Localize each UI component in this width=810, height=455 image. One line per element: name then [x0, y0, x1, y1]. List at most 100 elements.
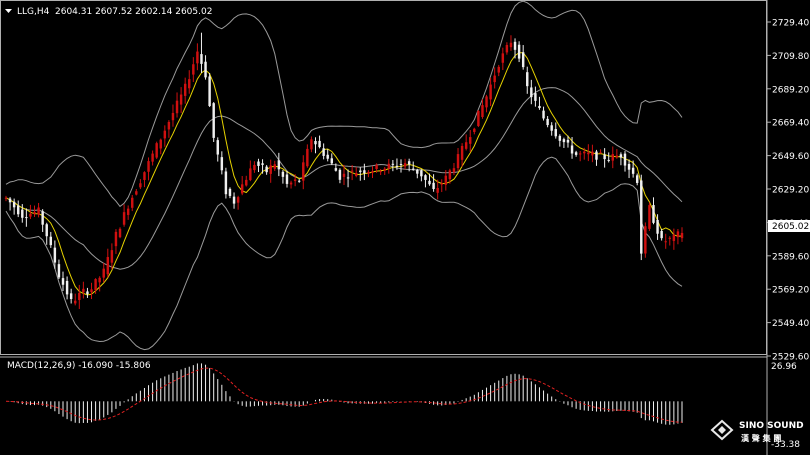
candle-body — [371, 171, 374, 173]
candle-body — [285, 174, 289, 184]
candle-body — [74, 300, 77, 304]
candle-body — [8, 198, 12, 203]
candle-body — [578, 153, 582, 155]
candle-body — [513, 41, 517, 50]
candle-body — [481, 105, 484, 117]
candle-body — [171, 112, 175, 121]
candle-body — [440, 183, 443, 185]
candle-body — [350, 170, 354, 172]
candle-body — [456, 154, 460, 169]
candle-body — [110, 250, 114, 263]
candlesticks[interactable] — [4, 32, 684, 309]
candle-body — [122, 212, 126, 225]
candle-body — [57, 264, 61, 278]
candle-body — [102, 268, 105, 278]
price-axis-label: 2649.60 — [772, 152, 809, 162]
candle-body — [538, 105, 541, 109]
candle-body — [607, 159, 610, 161]
candle-body — [407, 161, 411, 165]
chart-canvas[interactable]: 2729.40 2709.80 2689.20 2669.40 2649.60 2629.… — [0, 0, 810, 455]
candle-body — [49, 236, 53, 246]
candle-body — [151, 153, 154, 162]
candle-body — [517, 44, 521, 59]
candle-body — [37, 207, 40, 215]
candle-body — [192, 64, 195, 75]
candle-body — [680, 232, 684, 239]
current-price-label: 2605.02 — [772, 222, 809, 232]
chart-window[interactable]: 2729.40 2709.80 2689.20 2669.40 2649.60 2629.… — [0, 0, 810, 455]
ohlc-readout: 2604.31 2607.52 2602.14 2605.02 — [55, 7, 212, 17]
candle-body — [493, 75, 496, 83]
candle-body — [240, 184, 244, 194]
candle-body — [640, 180, 643, 254]
candle-body — [29, 213, 32, 217]
candle-body — [460, 145, 464, 160]
candle-body — [330, 158, 334, 164]
candle-body — [118, 228, 122, 238]
candle-body — [143, 172, 146, 180]
candle-body — [159, 139, 162, 149]
candle-body — [269, 165, 272, 174]
candle-body — [98, 277, 101, 283]
candle-body — [444, 175, 448, 185]
candle-body — [163, 130, 167, 139]
candle-body — [78, 292, 81, 301]
price-axis-label: 2569.20 — [772, 286, 809, 296]
candle-body — [135, 191, 138, 195]
candle-body — [232, 196, 236, 204]
candle-body — [261, 163, 264, 165]
candle-body — [627, 163, 631, 170]
candle-body — [253, 164, 256, 171]
candle-body — [558, 135, 562, 141]
candle-body — [473, 128, 476, 132]
candle-body — [660, 230, 663, 239]
candle-body — [53, 247, 57, 263]
candle-body — [293, 179, 297, 181]
candle-body — [534, 93, 537, 101]
candle-body — [546, 118, 549, 126]
candle-body — [542, 110, 545, 119]
candle-body — [611, 154, 614, 161]
candle-body — [530, 87, 533, 98]
chart-border — [0, 0, 767, 355]
candle-body — [672, 234, 676, 241]
candle-body — [306, 148, 309, 167]
candle-body — [131, 197, 134, 208]
candle-body — [554, 129, 557, 137]
svg-text:漢 聲 集 團: 漢 聲 集 團 — [741, 433, 781, 443]
candle-body — [521, 52, 525, 68]
candle-body — [505, 45, 509, 53]
candle-body — [526, 72, 529, 87]
candle-body — [550, 125, 553, 131]
candle-body — [188, 79, 191, 89]
candle-body — [175, 100, 179, 114]
candle-body — [196, 51, 199, 64]
candle-body — [310, 139, 313, 150]
candle-body — [167, 121, 171, 130]
candle-body — [41, 211, 44, 225]
candle-body — [183, 83, 187, 96]
macd-axis-top: 26.96 — [771, 362, 797, 372]
candle-body — [448, 170, 452, 180]
candle-body — [566, 139, 570, 143]
macd-indicator[interactable] — [5, 363, 683, 425]
candle-body — [652, 205, 655, 223]
candle-body — [424, 175, 427, 180]
candle-body — [33, 211, 36, 214]
candle-body — [179, 94, 183, 105]
price-axis-label: 2669.40 — [772, 119, 809, 129]
candle-body — [346, 177, 350, 179]
candle-body — [387, 163, 391, 169]
candle-body — [412, 168, 415, 170]
candle-body — [249, 168, 252, 181]
price-axis-label: 2549.40 — [772, 319, 809, 329]
candle-body — [326, 154, 329, 159]
candle-body — [245, 179, 248, 186]
candle-body — [90, 289, 93, 293]
triangle-down-icon[interactable] — [5, 9, 12, 13]
candle-body — [497, 66, 500, 73]
candle-body — [359, 170, 362, 172]
price-axis-label: 2589.60 — [772, 252, 809, 262]
candle-body — [16, 205, 20, 215]
candle-body — [204, 61, 207, 78]
